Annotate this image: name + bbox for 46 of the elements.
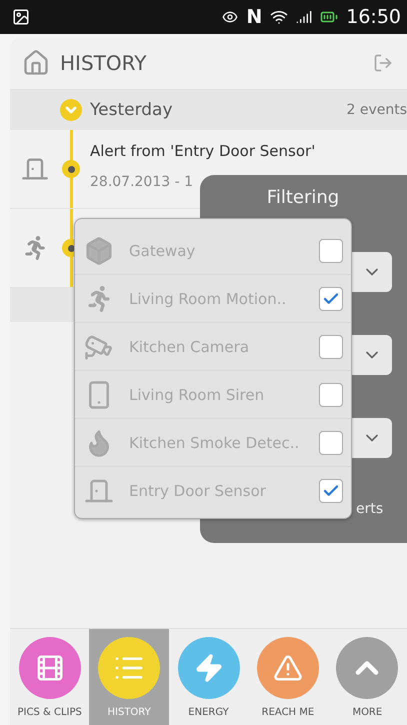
clock-time: 16:50	[346, 6, 401, 28]
page-title: HISTORY	[60, 51, 146, 75]
signal-icon	[296, 9, 312, 25]
checkbox[interactable]	[319, 430, 343, 454]
device-label: Entry Door Sensor	[129, 482, 267, 500]
image-icon	[12, 8, 30, 26]
device-label: Gateway	[129, 242, 196, 260]
checkbox[interactable]	[319, 238, 343, 262]
checkbox[interactable]	[319, 286, 343, 310]
checkbox[interactable]	[319, 382, 343, 406]
checkbox[interactable]	[319, 334, 343, 358]
running-person-icon	[23, 236, 47, 260]
day-label: Yesterday	[90, 100, 174, 120]
event-count: 2 events	[346, 102, 407, 118]
device-label: Kitchen Camera	[129, 338, 250, 356]
running-person-icon	[86, 286, 112, 312]
eye-icon	[222, 9, 238, 25]
film-reel-icon	[34, 652, 65, 682]
event-title: Alert from 'Entry Door Sensor'	[90, 142, 316, 160]
network-letter: N	[246, 6, 262, 28]
timeline-dot	[62, 160, 80, 178]
home-icon[interactable]	[22, 49, 50, 77]
logout-icon[interactable]	[373, 53, 393, 73]
dropdown-button[interactable]	[352, 335, 392, 375]
device-label: Kitchen Smoke Detec..	[129, 434, 300, 452]
checkbox[interactable]	[319, 478, 343, 502]
device-option[interactable]: Living Room Motion..	[75, 275, 351, 323]
lightning-icon	[194, 652, 224, 682]
filter-option-text: erts	[356, 501, 384, 517]
device-option[interactable]: Entry Door Sensor	[75, 467, 351, 514]
device-label: Living Room Siren	[129, 386, 266, 404]
collapse-toggle[interactable]	[60, 99, 82, 121]
cube-icon	[84, 236, 114, 266]
device-option[interactable]: Kitchen Smoke Detec..	[75, 419, 351, 467]
dropdown-button[interactable]	[352, 418, 392, 458]
device-option[interactable]: Gateway	[75, 227, 351, 275]
wifi-icon	[270, 8, 288, 26]
device-label: Living Room Motion..	[129, 290, 288, 308]
device-option[interactable]: Living Room Siren	[75, 371, 351, 419]
event-time: 28.07.2013 - 1	[90, 174, 194, 190]
warning-icon	[272, 652, 303, 682]
panel-title: Filtering	[266, 187, 340, 208]
dropdown-button[interactable]	[352, 252, 392, 292]
day-header[interactable]: Yesterday 2 events	[10, 90, 407, 130]
nav-tab[interactable]: HISTORY	[89, 629, 169, 725]
device-option[interactable]: Kitchen Camera	[75, 323, 351, 371]
